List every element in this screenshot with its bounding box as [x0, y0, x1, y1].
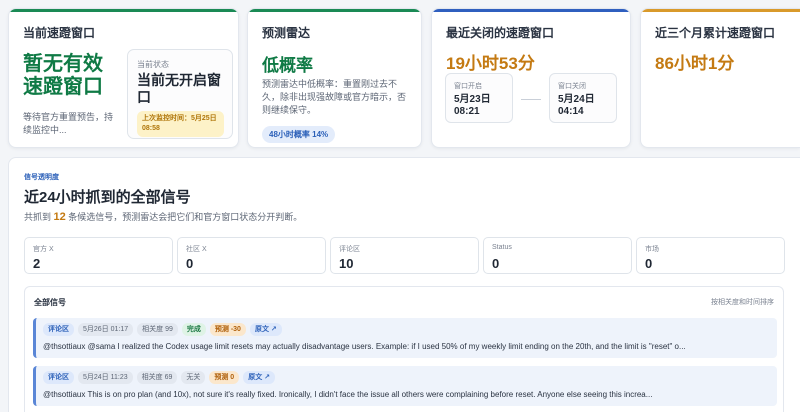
- time-tag: 5月24日 11:23: [78, 371, 133, 384]
- stat-status: Status 0: [483, 237, 632, 274]
- summary-count: 12: [53, 211, 66, 223]
- forecast-desc: 预测雷达中低概率：重置刚过去不久，除非出现强故障或官方暗示，否则继续保守。: [262, 79, 407, 115]
- relevance-tag: 相关度 99: [137, 323, 178, 336]
- window-status-text: 暂无有效速蹬窗口: [23, 53, 103, 98]
- probability-badge: 48小时概率 14%: [262, 126, 336, 143]
- relevance-tag: 相关度 69: [136, 371, 178, 384]
- summary-suffix: 条候选信号，预测雷达会把它们和官方窗口状态分开判断。: [68, 212, 303, 222]
- card-accent-bar: [248, 9, 421, 12]
- current-status-box: 当前状态 当前无开启窗口 上次监控时间：5月25日 08:58: [127, 49, 233, 139]
- window-close-box: 窗口关闭 5月24日 04:14: [549, 73, 617, 123]
- stat-label: Status: [492, 244, 512, 251]
- current-window-card: 当前速蹬窗口 暂无有效速蹬窗口 等待官方重置预告，持续监控中... 当前状态 当…: [8, 8, 239, 148]
- window-open-box: 窗口开启 5月23日 08:21: [445, 73, 513, 123]
- signal-item[interactable]: 评论区 5月26日 01:17 相关度 99 完成 预测 -30 原文 ↗ @t…: [33, 318, 777, 358]
- last-monitored-badge: 上次监控时间：5月25日 08:58: [137, 111, 224, 137]
- source-tag: 评论区: [43, 371, 74, 384]
- card-accent-bar: [641, 9, 800, 12]
- window-open-label: 窗口开启: [454, 83, 482, 90]
- card-title: 当前速蹬窗口: [23, 26, 96, 40]
- stat-official-x: 官方 X 2: [24, 237, 173, 274]
- signals-list: 全部信号 按相关度和时间排序 评论区 5月26日 01:17 相关度 99 完成…: [24, 286, 784, 412]
- three-months-card: 近三个月累计速蹬窗口 86小时1分: [640, 8, 800, 148]
- source-link[interactable]: 原文 ↗: [249, 323, 282, 336]
- card-title: 近三个月累计速蹬窗口: [655, 26, 776, 40]
- stat-value: 0: [186, 256, 194, 271]
- card-accent-bar: [432, 9, 630, 12]
- last-closed-duration: 19小时53分: [446, 54, 535, 73]
- source-tag: 评论区: [43, 323, 74, 336]
- prediction-tag: 预测 -30: [209, 323, 246, 336]
- status-box-value: 当前无开启窗口: [137, 72, 221, 105]
- source-link[interactable]: 原文 ↗: [243, 371, 276, 384]
- three-months-total: 86小时1分: [655, 54, 735, 73]
- stat-label: 市场: [645, 246, 659, 253]
- stat-label: 社区 X: [186, 246, 207, 253]
- stat-value: 2: [33, 256, 41, 271]
- last-closed-window-card: 最近关闭的速蹬窗口 19小时53分 窗口开启 5月23日 08:21 窗口关闭 …: [431, 8, 631, 148]
- signal-tags: 评论区 5月26日 01:17 相关度 99 完成 预测 -30 原文 ↗: [43, 323, 282, 336]
- stat-value: 0: [492, 256, 500, 271]
- forecast-card: 预测雷达 低概率 预测雷达中低概率：重置刚过去不久，除非出现强故障或官方暗示，否…: [247, 8, 422, 148]
- stat-value: 0: [645, 256, 653, 271]
- sort-label[interactable]: 按相关度和时间排序: [711, 297, 774, 307]
- signals-eyebrow: 信号透明度: [24, 174, 59, 181]
- signal-text: @thsottiaux @sama I realized the Codex u…: [43, 342, 686, 351]
- window-open-value: 5月23日 08:21: [454, 94, 491, 117]
- status-box-label: 当前状态: [137, 60, 169, 69]
- signal-tags: 评论区 5月24日 11:23 相关度 69 无关 预测 0 原文 ↗: [43, 371, 276, 384]
- window-close-value: 5月24日 04:14: [558, 94, 595, 117]
- forecast-level: 低概率: [262, 56, 313, 75]
- stat-label: 官方 X: [33, 246, 54, 253]
- timeline-connector: [521, 99, 541, 100]
- window-status-desc: 等待官方重置预告，持续监控中...: [23, 112, 114, 135]
- label-tag: 完成: [181, 323, 206, 336]
- stat-market: 市场 0: [636, 237, 785, 274]
- time-tag: 5月26日 01:17: [78, 323, 134, 336]
- signal-item[interactable]: 评论区 5月24日 11:23 相关度 69 无关 预测 0 原文 ↗ @ths…: [33, 366, 777, 406]
- window-close-label: 窗口关闭: [558, 83, 586, 90]
- stat-value: 10: [339, 256, 354, 271]
- list-title: 全部信号: [34, 298, 66, 307]
- card-title: 预测雷达: [262, 26, 311, 40]
- stat-community-x: 社区 X 0: [177, 237, 326, 274]
- signal-text: @thsottiaux This is on pro plan (and 10x…: [43, 390, 653, 399]
- signals-summary: 共抓到 12 条候选信号，预测雷达会把它们和官方窗口状态分开判断。: [24, 210, 302, 223]
- card-title: 最近关闭的速蹬窗口: [446, 26, 555, 40]
- prediction-tag: 预测 0: [209, 371, 240, 384]
- signals-panel: 信号透明度 近24小时抓到的全部信号 共抓到 12 条候选信号，预测雷达会把它们…: [8, 157, 800, 412]
- summary-prefix: 共抓到: [24, 212, 52, 222]
- signals-heading: 近24小时抓到的全部信号: [24, 189, 191, 206]
- card-accent-bar: [9, 9, 238, 12]
- stat-label: 评论区: [339, 246, 360, 253]
- label-tag: 无关: [181, 371, 206, 384]
- stat-comments: 评论区 10: [330, 237, 479, 274]
